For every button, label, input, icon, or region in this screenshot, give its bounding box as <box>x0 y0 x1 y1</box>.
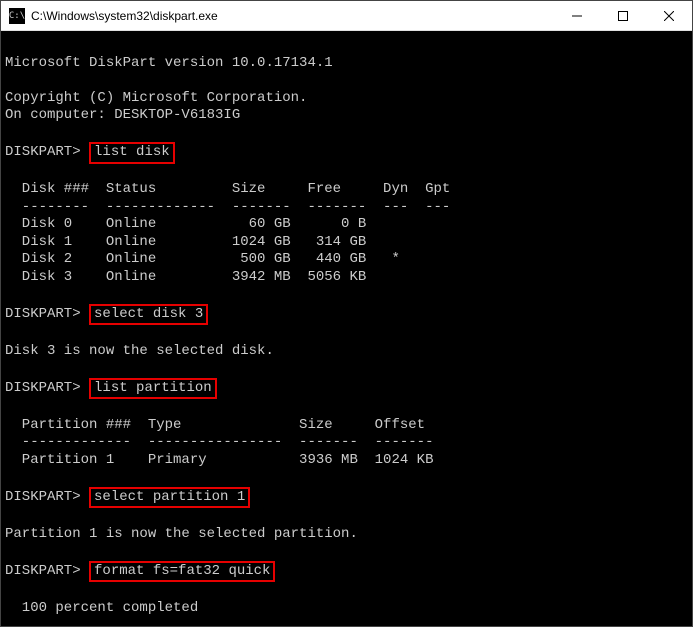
prompt: DISKPART> <box>5 306 81 322</box>
minimize-button[interactable] <box>554 1 600 30</box>
close-button[interactable] <box>646 1 692 30</box>
maximize-icon <box>618 11 628 21</box>
command-list-disk: list disk <box>89 142 175 164</box>
app-icon: C:\ <box>9 8 25 24</box>
partition-header: Partition ### Type Size Offset <box>5 417 425 433</box>
command-list-partition: list partition <box>89 378 217 400</box>
close-icon <box>664 11 674 21</box>
msg-percent: 100 percent completed <box>5 600 198 616</box>
command-format: format fs=fat32 quick <box>89 561 275 583</box>
version-line: Microsoft DiskPart version 10.0.17134.1 <box>5 55 333 71</box>
prompt: DISKPART> <box>5 144 81 160</box>
prompt: DISKPART> <box>5 380 81 396</box>
window-controls <box>554 1 692 30</box>
msg-partition-selected: Partition 1 is now the selected partitio… <box>5 526 358 542</box>
disk-row: Disk 0 Online 60 GB 0 B <box>5 216 366 232</box>
msg-disk-selected: Disk 3 is now the selected disk. <box>5 343 274 359</box>
terminal-output[interactable]: Microsoft DiskPart version 10.0.17134.1 … <box>1 31 692 626</box>
disk-header: Disk ### Status Size Free Dyn Gpt <box>5 181 450 197</box>
minimize-icon <box>572 11 582 21</box>
command-select-disk: select disk 3 <box>89 304 208 326</box>
disk-row: Disk 1 Online 1024 GB 314 GB <box>5 234 366 250</box>
disk-row: Disk 3 Online 3942 MB 5056 KB <box>5 269 366 285</box>
prompt: DISKPART> <box>5 563 81 579</box>
disk-row: Disk 2 Online 500 GB 440 GB * <box>5 251 400 267</box>
partition-divider: ------------- ---------------- ------- -… <box>5 434 433 450</box>
copyright-line: Copyright (C) Microsoft Corporation. <box>5 90 307 106</box>
command-select-partition: select partition 1 <box>89 487 250 509</box>
window-title: C:\Windows\system32\diskpart.exe <box>31 9 554 23</box>
computer-line: On computer: DESKTOP-V6183IG <box>5 107 240 123</box>
title-bar: C:\ C:\Windows\system32\diskpart.exe <box>1 1 692 31</box>
prompt: DISKPART> <box>5 489 81 505</box>
partition-row: Partition 1 Primary 3936 MB 1024 KB <box>5 452 433 468</box>
disk-divider: -------- ------------- ------- ------- -… <box>5 199 450 215</box>
maximize-button[interactable] <box>600 1 646 30</box>
